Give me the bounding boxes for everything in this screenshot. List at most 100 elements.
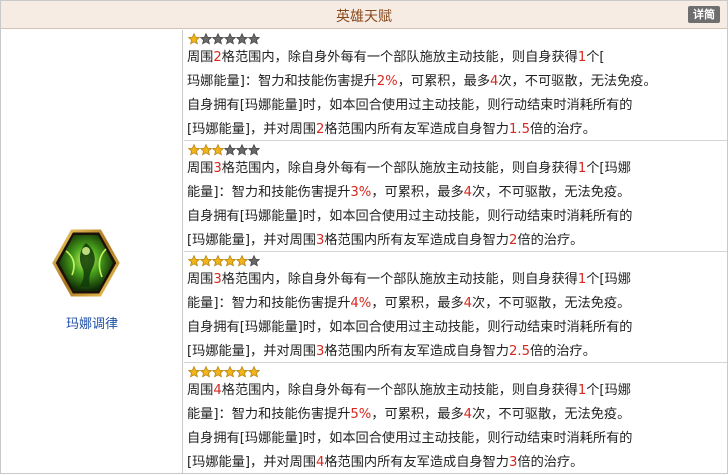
- star-empty-icon: [236, 33, 248, 45]
- talent-level-row: 周围4格范围内，除自身外每有一个部队施放主动技能，则自身获得1个[玛娜 能量]：智…: [184, 363, 727, 474]
- star-filled-icon: [224, 366, 236, 378]
- talent-description-line: 周围4格范围内，除自身外每有一个部队施放主动技能，则自身获得1个[玛娜: [187, 379, 724, 403]
- description-text: 次，不可驱散，无法免疫。: [472, 407, 631, 422]
- description-text: [玛娜能量]，并对周围: [187, 233, 316, 248]
- talent-description-line: 能量]：智力和技能伤害提升3%，可累积，最多4次，不可驱散，无法免疫。: [187, 181, 724, 205]
- talent-description-line: 能量]：智力和技能伤害提升4%，可累积，最多4次，不可驱散，无法免疫。: [187, 292, 724, 316]
- talent-description-line: [玛娜能量]，并对周围4格范围内所有友军造成自身智力3倍的治疗。: [187, 451, 724, 475]
- description-text: [玛娜能量]，并对周围: [187, 344, 316, 359]
- description-text: [玛娜能量]，并对周围: [187, 455, 316, 470]
- description-text: 格范围内，除自身外每有一个部队施放主动技能，则自身获得: [221, 50, 578, 65]
- panel-title: 英雄天赋: [336, 9, 392, 25]
- star-filled-icon: [200, 144, 212, 156]
- hero-name-link[interactable]: 玛娜调律: [1, 313, 183, 332]
- highlight-value: 3: [213, 161, 222, 176]
- talent-description-line: 周围3格范围内，除自身外每有一个部队施放主动技能，则自身获得1个[玛娜: [187, 157, 724, 181]
- star-filled-icon: [224, 255, 236, 267]
- star-filled-icon: [236, 255, 248, 267]
- highlight-value: 5%: [350, 407, 372, 422]
- star-rating: [188, 254, 724, 268]
- description-text: 能量]：智力和技能伤害提升: [187, 296, 351, 311]
- description-text: 玛娜能量]：智力和技能伤害提升: [187, 74, 377, 89]
- description-text: 自身拥有[玛娜能量]时，如本回合使用过主动技能，则行动结束时消耗所有的: [187, 209, 633, 224]
- talent-description-line: 周围2格范围内，除自身外每有一个部队施放主动技能，则自身获得1个[: [187, 46, 724, 70]
- panel-header: 英雄天赋 详简: [1, 1, 727, 29]
- description-text: 自身拥有[玛娜能量]时，如本回合使用过主动技能，则行动结束时消耗所有的: [187, 431, 633, 446]
- star-filled-icon: [200, 366, 212, 378]
- description-text: 格范围内所有友军造成自身智力: [324, 344, 509, 359]
- description-text: 倍的治疗。: [517, 455, 584, 470]
- description-text: 周围: [187, 50, 214, 65]
- hero-cell: 玛娜调律: [1, 30, 183, 473]
- star-empty-icon: [236, 144, 248, 156]
- description-text: 能量]：智力和技能伤害提升: [187, 407, 351, 422]
- talent-description-line: [玛娜能量]，并对周围3格范围内所有友军造成自身智力2倍的治疗。: [187, 229, 724, 253]
- star-filled-icon: [188, 33, 200, 45]
- talent-levels: 周围2格范围内，除自身外每有一个部队施放主动技能，则自身获得1个[玛娜能量]：智…: [184, 30, 727, 474]
- talent-description-line: 周围3格范围内，除自身外每有一个部队施放主动技能，则自身获得1个[玛娜: [187, 268, 724, 292]
- star-empty-icon: [248, 144, 260, 156]
- star-rating: [188, 32, 724, 46]
- description-text: 格范围内，除自身外每有一个部队施放主动技能，则自身获得: [221, 161, 578, 176]
- description-text: 格范围内所有友军造成自身智力: [324, 122, 509, 137]
- description-text: 次，不可驱散，无法免疫。: [472, 296, 631, 311]
- description-text: 次，不可驱散，无法免疫。: [472, 185, 631, 200]
- highlight-value: 3%: [350, 185, 372, 200]
- description-text: 倍的治疗。: [517, 233, 584, 248]
- star-rating: [188, 143, 724, 157]
- highlight-value: 1: [577, 272, 587, 287]
- star-filled-icon: [236, 366, 248, 378]
- star-empty-icon: [200, 33, 212, 45]
- description-text: ，可累积，最多: [371, 296, 464, 311]
- talent-description-line: 能量]：智力和技能伤害提升5%，可累积，最多4次，不可驱散，无法免疫。: [187, 403, 724, 427]
- description-text: 格范围内所有友军造成自身智力: [324, 233, 509, 248]
- talent-level-row: 周围3格范围内，除自身外每有一个部队施放主动技能，则自身获得1个[玛娜 能量]：智…: [184, 141, 727, 252]
- star-filled-icon: [212, 255, 224, 267]
- description-text: 能量]：智力和技能伤害提升: [187, 185, 351, 200]
- description-text: 自身拥有[玛娜能量]时，如本回合使用过主动技能，则行动结束时消耗所有的: [187, 98, 633, 113]
- talent-description-line: 玛娜能量]：智力和技能伤害提升2%，可累积，最多4次，不可驱散，无法免疫。: [187, 70, 724, 94]
- highlight-value: 1: [577, 383, 587, 398]
- description-text: 倍的治疗。: [529, 344, 596, 359]
- highlight-value: 4: [213, 383, 222, 398]
- description-text: ，可累积，最多: [397, 74, 491, 89]
- star-filled-icon: [188, 366, 200, 378]
- description-text: 次，不可驱散，无法免疫。: [498, 74, 657, 89]
- description-text: 格范围内，除自身外每有一个部队施放主动技能，则自身获得: [221, 272, 578, 287]
- star-filled-icon: [188, 144, 200, 156]
- description-text: 格范围内所有友军造成自身智力: [324, 455, 509, 470]
- description-text: [玛娜能量]，并对周围: [187, 122, 316, 137]
- mana-tuning-hexagon-icon[interactable]: [52, 229, 120, 297]
- talent-description-line: 自身拥有[玛娜能量]时，如本回合使用过主动技能，则行动结束时消耗所有的: [187, 205, 724, 229]
- description-text: 周围: [187, 272, 214, 287]
- star-empty-icon: [248, 255, 260, 267]
- highlight-value: 1: [577, 50, 587, 65]
- detail-toggle-button[interactable]: 详简: [688, 6, 720, 23]
- talent-level-row: 周围3格范围内，除自身外每有一个部队施放主动技能，则自身获得1个[玛娜 能量]：智…: [184, 252, 727, 363]
- highlight-value: 3: [213, 272, 222, 287]
- highlight-value: 4: [463, 296, 473, 311]
- description-text: 格范围内，除自身外每有一个部队施放主动技能，则自身获得: [221, 383, 578, 398]
- star-empty-icon: [224, 33, 236, 45]
- star-filled-icon: [188, 255, 200, 267]
- description-text: 个[玛娜: [586, 272, 631, 287]
- highlight-value: 4: [463, 185, 473, 200]
- star-empty-icon: [248, 33, 260, 45]
- talent-description-line: 自身拥有[玛娜能量]时，如本回合使用过主动技能，则行动结束时消耗所有的: [187, 316, 724, 340]
- star-filled-icon: [248, 366, 260, 378]
- star-filled-icon: [212, 144, 224, 156]
- highlight-value: 4%: [350, 296, 372, 311]
- description-text: 倍的治疗。: [529, 122, 596, 137]
- talent-description-line: [玛娜能量]，并对周围3格范围内所有友军造成自身智力2.5倍的治疗。: [187, 340, 724, 364]
- description-text: 个[: [586, 50, 605, 65]
- description-text: 周围: [187, 383, 214, 398]
- talent-panel: 英雄天赋 详简 玛娜调律 周围2格范围内，除自身外每有一个部队施放主动技能，则自…: [0, 0, 728, 474]
- talent-level-row: 周围2格范围内，除自身外每有一个部队施放主动技能，则自身获得1个[玛娜能量]：智…: [184, 30, 727, 141]
- star-filled-icon: [200, 255, 212, 267]
- highlight-value: 2: [213, 50, 222, 65]
- talent-description-line: 自身拥有[玛娜能量]时，如本回合使用过主动技能，则行动结束时消耗所有的: [187, 94, 724, 118]
- description-text: 自身拥有[玛娜能量]时，如本回合使用过主动技能，则行动结束时消耗所有的: [187, 320, 633, 335]
- description-text: 周围: [187, 161, 214, 176]
- talent-description-line: [玛娜能量]，并对周围2格范围内所有友军造成自身智力1.5倍的治疗。: [187, 118, 724, 142]
- description-text: 个[玛娜: [586, 383, 631, 398]
